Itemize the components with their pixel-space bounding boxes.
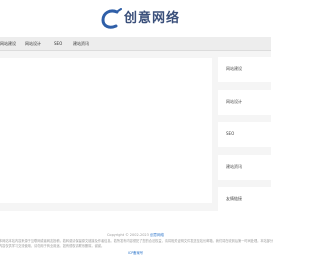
- sidebar-item-label: 网站设计: [226, 99, 242, 104]
- c-swoosh-icon: [101, 8, 122, 29]
- nav-item-website-building[interactable]: 网站建设: [0, 37, 16, 50]
- logo-text: 创意网络: [124, 11, 181, 26]
- sidebar-item-news[interactable]: 建站资讯: [218, 155, 271, 180]
- site-footer: Copyright © 2002-2023 创意网络 本网站本站内容来源于互联网…: [0, 216, 274, 262]
- main-nav: 网站建设 网站设计 SEO 建站资讯: [0, 37, 271, 51]
- sidebar-item-seo[interactable]: SEO: [218, 122, 271, 147]
- nav-item-news[interactable]: 建站资讯: [73, 37, 89, 50]
- sidebar-item-friend-links[interactable]: 友情链接: [218, 187, 271, 212]
- sidebar-item-label: 网站建设: [226, 66, 242, 71]
- copyright-text: Copyright © 2002-2023: [106, 233, 149, 237]
- sidebar-item-website-building[interactable]: 网站建设: [218, 57, 271, 82]
- site-header: 创意网络: [0, 0, 271, 36]
- sidebar-item-website-design[interactable]: 网站设计: [218, 90, 271, 115]
- site-logo[interactable]: 创意网络: [100, 8, 180, 30]
- nav-item-seo[interactable]: SEO: [54, 37, 62, 50]
- sidebar-item-label: 建站资讯: [226, 164, 242, 169]
- footer-description: 本网站本站内容来源于互联网或者网友投稿，若转载请保留原文链接及作者信息。若所发布…: [0, 239, 274, 248]
- main-content-panel: [0, 58, 212, 203]
- copyright-line: Copyright © 2002-2023 创意网络: [0, 233, 271, 238]
- sidebar-item-label: 友情链接: [226, 196, 242, 201]
- nav-item-website-design[interactable]: 网站设计: [25, 37, 41, 50]
- footer-site-link[interactable]: 创意网络: [150, 233, 164, 237]
- sidebar-item-label: SEO: [226, 131, 235, 136]
- icp-link[interactable]: ICP备案号: [0, 250, 271, 255]
